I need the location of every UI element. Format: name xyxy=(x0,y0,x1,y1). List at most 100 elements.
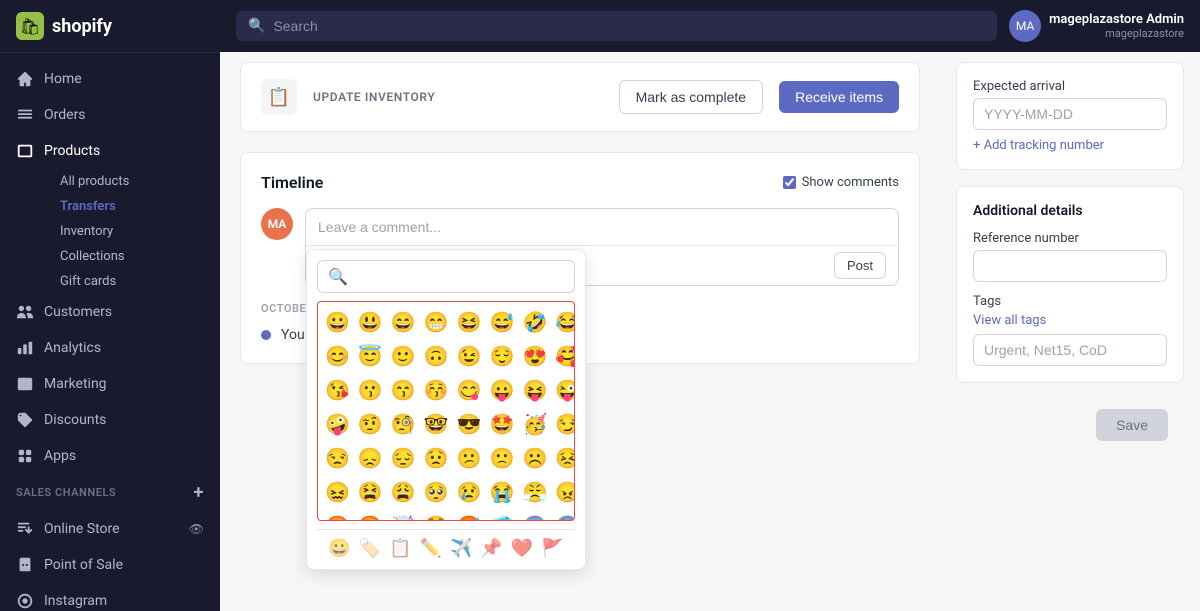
emoji-cell[interactable]: 😤 xyxy=(519,476,550,508)
emoji-cell[interactable]: 😌 xyxy=(487,340,518,372)
post-button[interactable]: Post xyxy=(834,252,886,279)
emoji-cell[interactable]: 😝 xyxy=(519,374,550,406)
emoji-cell[interactable]: 😩 xyxy=(388,476,419,508)
tags-input[interactable] xyxy=(973,334,1167,366)
emoji-cell[interactable]: 😄 xyxy=(388,306,419,338)
emoji-cell[interactable]: 🤓 xyxy=(421,408,452,440)
emoji-cell[interactable]: 😣 xyxy=(552,442,575,474)
emoji-cell[interactable]: 😒 xyxy=(322,442,353,474)
emoji-cell[interactable]: 😛 xyxy=(487,374,518,406)
emoji-cell[interactable]: 🤣 xyxy=(519,306,550,338)
add-sales-channel-icon[interactable]: + xyxy=(194,482,204,503)
expected-arrival-input[interactable] xyxy=(973,98,1167,130)
emoji-cell[interactable]: 🤪 xyxy=(322,408,353,440)
emoji-cell[interactable]: 😆 xyxy=(454,306,485,338)
sidebar-item-gift-cards[interactable]: Gift cards xyxy=(44,269,220,294)
emoji-cell[interactable]: 🥰 xyxy=(552,340,575,372)
emoji-cat-symbols[interactable]: 📋 xyxy=(389,538,411,559)
emoji-cat-activities[interactable]: ✏️ xyxy=(420,538,442,559)
emoji-cell[interactable]: 😞 xyxy=(355,442,386,474)
sidebar-item-inventory[interactable]: Inventory xyxy=(44,219,220,244)
sidebar-item-all-products[interactable]: All products xyxy=(44,169,220,194)
emoji-cell[interactable]: 🥳 xyxy=(519,408,550,440)
sidebar-item-instagram[interactable]: Instagram xyxy=(0,583,220,611)
emoji-cell[interactable]: 🥺 xyxy=(421,476,452,508)
emoji-cell[interactable]: 🤨 xyxy=(355,408,386,440)
emoji-cell[interactable]: 😜 xyxy=(552,374,575,406)
emoji-cell[interactable]: 😙 xyxy=(388,374,419,406)
sidebar-item-apps[interactable]: Apps xyxy=(0,438,220,474)
sidebar-item-products[interactable]: Products xyxy=(0,133,220,169)
reference-number-input[interactable] xyxy=(973,250,1167,282)
show-comments-toggle[interactable]: Show comments xyxy=(783,175,899,190)
emoji-cell[interactable]: 😫 xyxy=(355,476,386,508)
emoji-cell[interactable]: 😠 xyxy=(552,476,575,508)
emoji-cell[interactable]: 🤯 xyxy=(388,510,419,521)
emoji-cell[interactable]: 😏 xyxy=(552,408,575,440)
view-all-tags-link[interactable]: View all tags xyxy=(973,313,1167,328)
emoji-cell[interactable]: ☹️ xyxy=(519,442,550,474)
add-tracking-link[interactable]: + Add tracking number xyxy=(973,138,1167,153)
emoji-cell[interactable]: 😡 xyxy=(322,510,353,521)
emoji-cell[interactable]: 🙂 xyxy=(388,340,419,372)
sidebar-item-transfers[interactable]: Transfers xyxy=(44,194,220,219)
emoji-cell[interactable]: 🤩 xyxy=(487,408,518,440)
emoji-cell[interactable]: 😃 xyxy=(355,306,386,338)
emoji-cell[interactable]: 😳 xyxy=(421,510,452,521)
emoji-cell[interactable]: 😊 xyxy=(322,340,353,372)
emoji-cat-objects[interactable]: 🏷️ xyxy=(359,538,381,559)
emoji-cell[interactable]: 😖 xyxy=(322,476,353,508)
emoji-cell[interactable]: 😎 xyxy=(454,408,485,440)
emoji-cell[interactable]: 😭 xyxy=(487,476,518,508)
sidebar-item-customers[interactable]: Customers xyxy=(0,294,220,330)
comment-input[interactable] xyxy=(306,209,898,245)
sidebar-item-point-of-sale[interactable]: Point of Sale xyxy=(0,547,220,583)
emoji-cell[interactable]: 😋 xyxy=(454,374,485,406)
emoji-cat-flags[interactable]: 🚩 xyxy=(541,538,563,559)
emoji-cell[interactable]: 🙁 xyxy=(487,442,518,474)
emoji-cell[interactable]: 😅 xyxy=(487,306,518,338)
emoji-cell[interactable]: 😟 xyxy=(421,442,452,474)
emoji-cell[interactable]: 😉 xyxy=(454,340,485,372)
emoji-cat-places[interactable]: 📌 xyxy=(480,538,502,559)
emoji-cat-hearts[interactable]: ❤️ xyxy=(511,538,533,559)
emoji-cat-smileys[interactable]: 😀 xyxy=(328,538,350,559)
emoji-cell[interactable]: 😱 xyxy=(519,510,550,521)
emoji-cell[interactable]: 😁 xyxy=(421,306,452,338)
emoji-cell[interactable]: 🙃 xyxy=(421,340,452,372)
emoji-cell[interactable]: 😚 xyxy=(421,374,452,406)
save-button[interactable]: Save xyxy=(1096,409,1168,441)
emoji-cell[interactable]: 🧐 xyxy=(388,408,419,440)
emoji-cell[interactable]: 😀 xyxy=(322,306,353,338)
sidebar-item-online-store[interactable]: Online Store 👁 xyxy=(0,511,220,547)
sidebar-item-home[interactable]: Home xyxy=(0,61,220,97)
emoji-cat-travel[interactable]: ✈️ xyxy=(450,538,472,559)
mark-as-complete-button[interactable]: Mark as complete xyxy=(619,80,763,114)
sidebar-item-analytics[interactable]: Analytics xyxy=(0,330,220,366)
emoji-cell[interactable]: 😇 xyxy=(355,340,386,372)
additional-details-section: Additional details Reference number Tags… xyxy=(956,186,1184,383)
emoji-cell[interactable]: 😔 xyxy=(388,442,419,474)
sidebar-item-discounts[interactable]: Discounts xyxy=(0,402,220,438)
emoji-cell[interactable]: 😍 xyxy=(519,340,550,372)
receive-items-button[interactable]: Receive items xyxy=(779,81,899,113)
emoji-grid: 😀😃😄😁😆😅🤣😂 😊😇🙂🙃😉😌😍🥰 😘😗😙😚😋😛😝😜 🤪🤨🧐🤓😎🤩🥳😏 😒😞😔😟😕🙁☹️… xyxy=(317,301,575,521)
emoji-search-bar[interactable]: 🔍 xyxy=(317,260,575,293)
search-input[interactable] xyxy=(273,18,985,34)
show-comments-checkbox[interactable] xyxy=(783,176,796,189)
emoji-cell[interactable]: 😗 xyxy=(355,374,386,406)
emoji-search-input[interactable] xyxy=(354,269,564,285)
shopify-logo[interactable]: 🛍 shopify xyxy=(16,12,112,40)
sidebar-item-collections[interactable]: Collections xyxy=(44,244,220,269)
emoji-cell[interactable]: 😂 xyxy=(552,306,575,338)
search-bar[interactable]: 🔍 xyxy=(236,11,997,41)
emoji-cell[interactable]: 😕 xyxy=(454,442,485,474)
emoji-cell[interactable]: 😢 xyxy=(454,476,485,508)
sidebar-item-marketing[interactable]: Marketing xyxy=(0,366,220,402)
emoji-cell[interactable]: 🥵 xyxy=(454,510,485,521)
emoji-cell[interactable]: 🥶 xyxy=(487,510,518,521)
emoji-cell[interactable]: 🤬 xyxy=(355,510,386,521)
sidebar-item-orders[interactable]: Orders xyxy=(0,97,220,133)
emoji-cell[interactable]: 😘 xyxy=(322,374,353,406)
emoji-cell[interactable]: 😨 xyxy=(552,510,575,521)
